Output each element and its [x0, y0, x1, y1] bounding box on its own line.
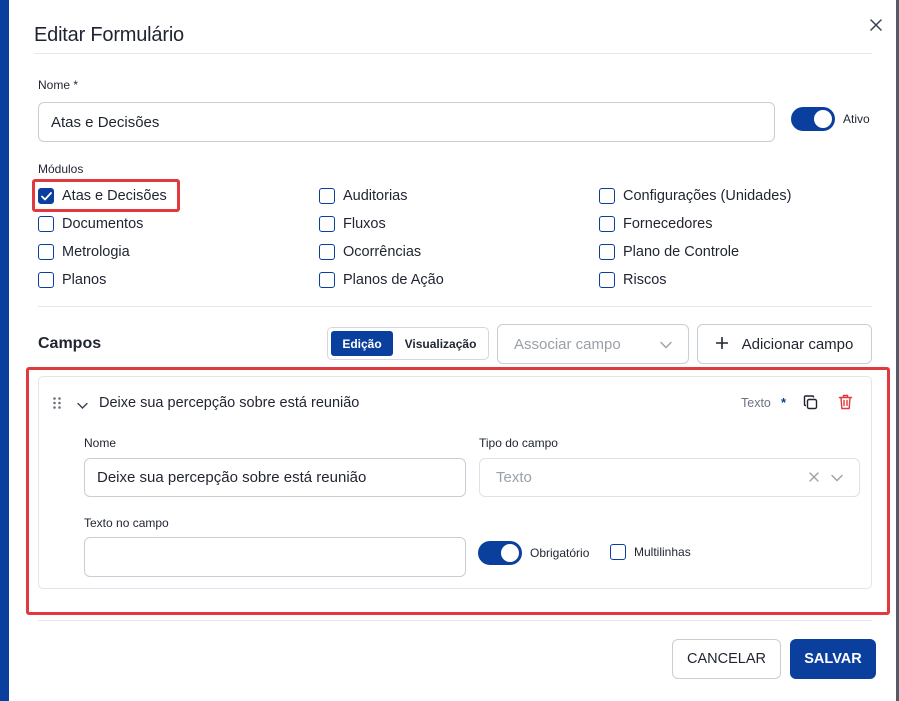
field-name-label: Nome [84, 436, 117, 450]
module-checkbox-fornecedores[interactable]: Fornecedores [599, 216, 712, 232]
module-label: Fluxos [343, 216, 386, 232]
checkbox-icon [610, 544, 626, 560]
module-checkbox-planos[interactable]: Planos [38, 272, 106, 288]
footer-divider [38, 620, 872, 621]
module-label: Metrologia [62, 244, 130, 260]
close-icon[interactable] [867, 16, 885, 34]
associate-field-placeholder: Associar campo [514, 335, 621, 353]
copy-icon[interactable] [803, 395, 818, 415]
drag-handle-icon[interactable] [52, 396, 62, 415]
field-header-title: Deixe sua percepção sobre está reunião [99, 395, 360, 411]
required-mark: * [781, 395, 787, 410]
cancel-button[interactable]: CANCELAR [672, 639, 781, 679]
placeholder-text-label: Texto no campo [84, 516, 169, 530]
required-label: Obrigatório [530, 546, 590, 560]
chevron-down-icon[interactable] [77, 397, 88, 415]
module-label: Plano de Controle [623, 244, 740, 260]
active-label: Ativo [843, 112, 870, 126]
name-input[interactable]: Atas e Decisões [38, 102, 775, 142]
save-button[interactable]: SALVAR [790, 639, 876, 679]
clear-icon[interactable] [809, 469, 819, 486]
edit-form-dialog: Editar Formulário Nome * Atas e Decisões… [9, 0, 896, 701]
trash-icon[interactable] [838, 394, 853, 415]
add-field-button[interactable]: Adicionar campo [697, 324, 872, 364]
dialog-title: Editar Formulário [34, 24, 184, 46]
module-label: Auditorias [343, 188, 408, 204]
module-checkbox-atas[interactable]: Atas e Decisões [38, 188, 167, 204]
name-label: Nome * [38, 78, 79, 92]
module-checkbox-documentos[interactable]: Documentos [38, 216, 143, 232]
field-type-select[interactable]: Texto [479, 458, 860, 497]
plus-icon [715, 336, 728, 353]
backdrop-left [0, 0, 9, 701]
checkbox-icon [319, 188, 335, 204]
checkbox-icon [38, 216, 54, 232]
module-checkbox-plano-controle[interactable]: Plano de Controle [599, 244, 739, 260]
checkbox-icon [38, 272, 54, 288]
field-card: Deixe sua percepção sobre está reunião T… [38, 376, 872, 589]
checkbox-icon [599, 188, 615, 204]
associate-field-select[interactable]: Associar campo [497, 324, 689, 364]
name-input-value: Atas e Decisões [51, 113, 160, 131]
module-checkbox-auditorias[interactable]: Auditorias [319, 188, 407, 204]
module-label: Fornecedores [623, 216, 713, 232]
module-label: Ocorrências [343, 244, 422, 260]
field-name-input[interactable]: Deixe sua percepção sobre está reunião [84, 458, 466, 497]
placeholder-text-input[interactable] [84, 537, 466, 577]
module-checkbox-ocorrencias[interactable]: Ocorrências [319, 244, 421, 260]
module-label: Configurações (Unidades) [623, 188, 792, 204]
module-checkbox-planos-acao[interactable]: Planos de Ação [319, 272, 444, 288]
title-divider [34, 53, 872, 54]
modules-label: Módulos [38, 162, 84, 176]
checkbox-icon [38, 244, 54, 260]
module-checkbox-riscos[interactable]: Riscos [599, 272, 667, 288]
multiline-checkbox[interactable]: Multilinhas [610, 544, 691, 560]
module-checkbox-metrologia[interactable]: Metrologia [38, 244, 130, 260]
chevron-down-icon [831, 469, 843, 486]
module-label: Documentos [62, 216, 144, 232]
tab-edicao[interactable]: Edição [331, 331, 393, 356]
module-label: Planos de Ação [343, 272, 444, 288]
view-mode-tabs: Edição Visualização [327, 327, 489, 360]
checkbox-checked-icon [38, 188, 54, 204]
tab-visualizacao[interactable]: Visualização [393, 328, 488, 359]
checkbox-icon [319, 272, 335, 288]
active-toggle[interactable] [791, 107, 835, 131]
fields-title: Campos [38, 335, 102, 352]
checkbox-icon [599, 244, 615, 260]
multiline-label: Multilinhas [634, 545, 691, 559]
modules-divider [38, 306, 872, 307]
add-field-label: Adicionar campo [741, 335, 854, 353]
checkbox-icon [599, 272, 615, 288]
required-toggle[interactable] [478, 541, 522, 565]
module-checkbox-configuracoes[interactable]: Configurações (Unidades) [599, 188, 791, 204]
module-checkbox-fluxos[interactable]: Fluxos [319, 216, 386, 232]
checkbox-icon [319, 216, 335, 232]
chevron-down-icon [660, 336, 672, 353]
field-name-value: Deixe sua percepção sobre está reunião [97, 469, 367, 486]
module-label: Riscos [623, 272, 667, 288]
field-type-badge: Texto [741, 396, 771, 410]
module-label: Atas e Decisões [62, 188, 167, 204]
checkbox-icon [319, 244, 335, 260]
module-label: Planos [62, 272, 107, 288]
field-type-value: Texto [496, 469, 532, 486]
field-type-label: Tipo do campo [479, 436, 558, 450]
checkbox-icon [599, 216, 615, 232]
